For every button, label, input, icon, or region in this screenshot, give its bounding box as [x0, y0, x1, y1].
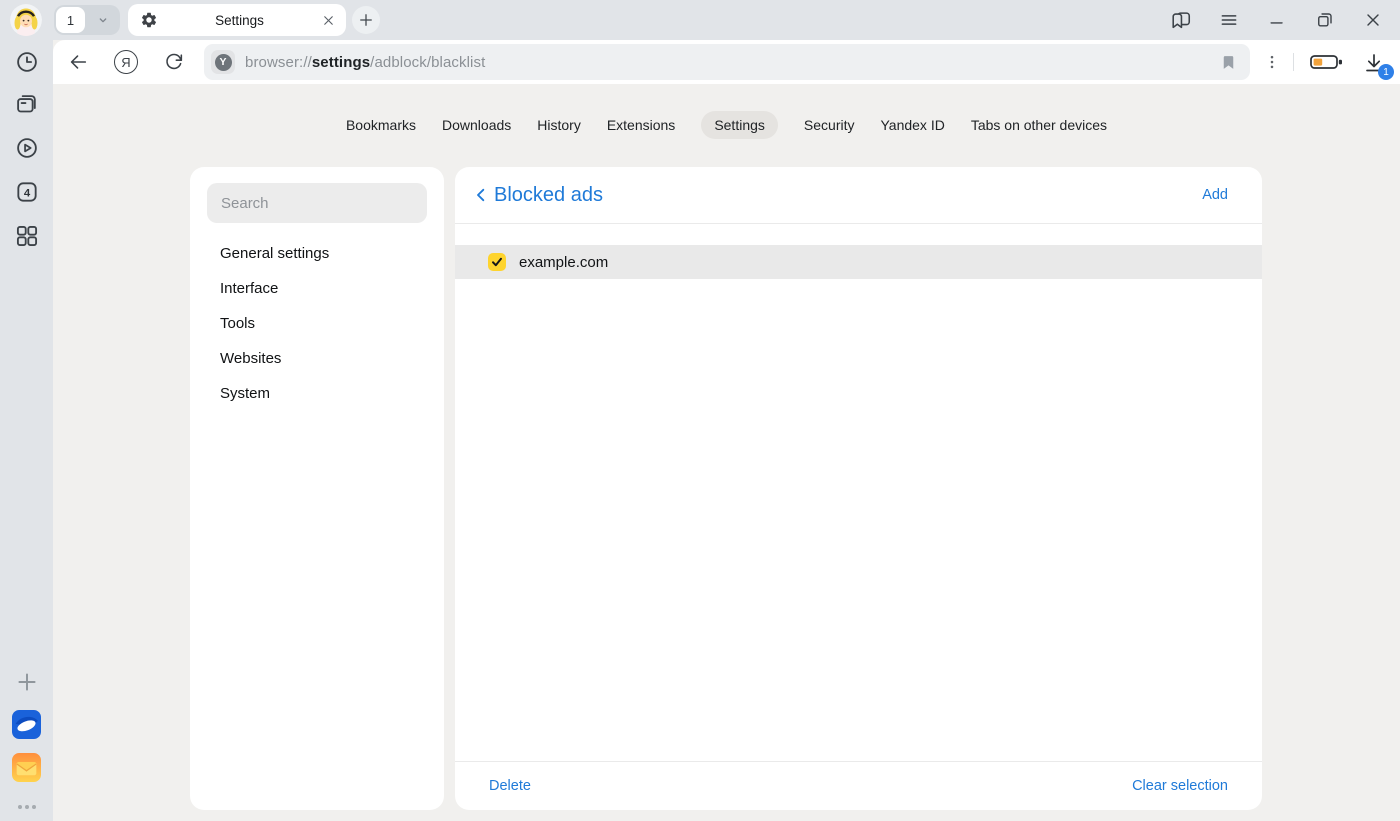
window-close-button[interactable]: [1359, 6, 1387, 34]
browser-tab-settings[interactable]: Settings: [128, 4, 346, 36]
add-button[interactable]: Add: [1202, 187, 1228, 203]
back-chevron-icon[interactable]: [471, 185, 491, 205]
new-tab-button[interactable]: [352, 6, 380, 34]
tab-bookmarks[interactable]: Bookmarks: [346, 111, 416, 139]
bookmark-icon[interactable]: [1219, 53, 1238, 72]
toolbar-divider: [1293, 53, 1294, 71]
downloads-button[interactable]: 1: [1359, 48, 1389, 78]
settings-page: Bookmarks Downloads History Extensions S…: [53, 84, 1400, 821]
tab-settings[interactable]: Settings: [701, 111, 778, 139]
window-restore-button[interactable]: [1311, 6, 1339, 34]
url-prefix: browser://: [245, 54, 312, 71]
panel-footer: Delete Clear selection: [455, 761, 1262, 810]
window-minimize-button[interactable]: [1263, 6, 1291, 34]
page-title: Blocked ads: [494, 184, 603, 207]
menu-item-websites[interactable]: Websites: [190, 341, 444, 376]
refresh-icon[interactable]: [162, 50, 186, 74]
clear-selection-button[interactable]: Clear selection: [1132, 778, 1228, 794]
settings-nav-tabs: Bookmarks Downloads History Extensions S…: [53, 111, 1400, 139]
settings-menu: General settings Interface Tools Website…: [190, 236, 444, 411]
apps-grid-icon[interactable]: [0, 222, 53, 250]
panel-header: Blocked ads Add: [455, 167, 1262, 224]
menu-item-tools[interactable]: Tools: [190, 306, 444, 341]
tab-title: Settings: [158, 13, 321, 28]
url-highlight: settings: [312, 54, 370, 71]
media-play-icon[interactable]: [0, 134, 53, 162]
tab-extensions[interactable]: Extensions: [607, 111, 675, 139]
menu-item-interface[interactable]: Interface: [190, 271, 444, 306]
site-badge-icon: Y: [211, 50, 235, 74]
yandex-mail-app-icon[interactable]: [0, 753, 53, 781]
menu-item-system[interactable]: System: [190, 376, 444, 411]
side-panel-icon[interactable]: [1167, 6, 1195, 34]
row-checkbox[interactable]: [488, 253, 506, 271]
settings-search[interactable]: [207, 183, 427, 223]
battery-icon[interactable]: [1310, 50, 1344, 74]
tab-yandex-id[interactable]: Yandex ID: [880, 111, 944, 139]
avatar-illustration: [10, 4, 42, 36]
tab-other-devices[interactable]: Tabs on other devices: [971, 111, 1107, 139]
blocked-site-row[interactable]: example.com: [455, 245, 1262, 279]
toolbar: Я Y browser://settings/adblock/blacklist…: [53, 40, 1400, 84]
profile-avatar[interactable]: [10, 4, 42, 36]
downloads-badge: 1: [1378, 64, 1394, 80]
toolbar-kebab-icon[interactable]: [1260, 50, 1284, 74]
search-input[interactable]: [207, 195, 427, 212]
tab-downloads[interactable]: Downloads: [442, 111, 511, 139]
side-dock: [0, 0, 53, 821]
browser-menu-icon[interactable]: [1215, 6, 1243, 34]
yandex-disk-app-icon[interactable]: [0, 710, 53, 738]
tabs-counter-icon[interactable]: 4: [0, 178, 53, 206]
feed-documents-icon[interactable]: [0, 91, 53, 119]
menu-item-general-settings[interactable]: General settings: [190, 236, 444, 271]
chevron-down-icon[interactable]: [85, 12, 120, 28]
delete-button[interactable]: Delete: [489, 778, 531, 794]
list-gap: [455, 224, 1262, 245]
blocked-ads-panel: Blocked ads Add example.com Delete Clear…: [455, 167, 1262, 810]
dock-add-icon[interactable]: [0, 668, 53, 696]
back-icon[interactable]: [66, 50, 90, 74]
dock-more-icon[interactable]: [0, 793, 53, 821]
settings-sidebar-card: General settings Interface Tools Website…: [190, 167, 444, 810]
url-suffix: /adblock/blacklist: [370, 54, 485, 71]
gear-icon: [140, 11, 158, 29]
url-text: browser://settings/adblock/blacklist: [245, 54, 485, 71]
tabs-counter-value: 4: [23, 187, 30, 199]
tab-history[interactable]: History: [537, 111, 581, 139]
check-icon: [491, 256, 503, 268]
tab-group-count[interactable]: 1: [56, 7, 85, 33]
tab-security[interactable]: Security: [804, 111, 855, 139]
tab-close-icon[interactable]: [321, 13, 336, 28]
blocked-domain: example.com: [519, 254, 608, 271]
yandex-home-icon[interactable]: Я: [114, 50, 138, 74]
site-badge-glyph: Y: [215, 54, 232, 71]
tab-group-control[interactable]: 1: [54, 5, 120, 35]
yandex-glyph: Я: [121, 55, 130, 70]
history-clock-icon[interactable]: [0, 48, 53, 76]
address-bar[interactable]: Y browser://settings/adblock/blacklist: [204, 44, 1250, 80]
